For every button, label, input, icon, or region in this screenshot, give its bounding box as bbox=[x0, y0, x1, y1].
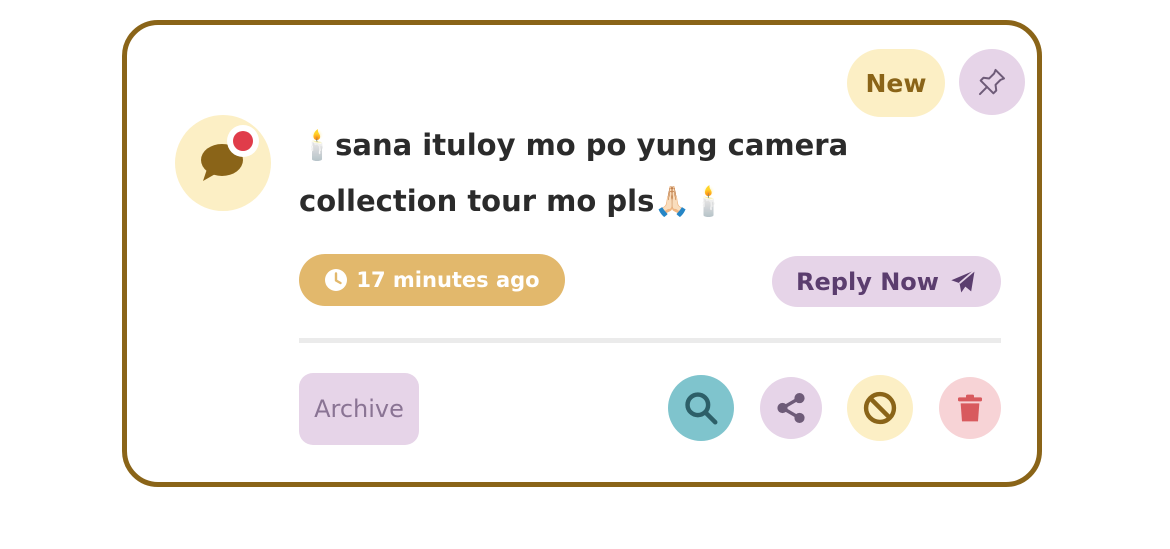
archive-button[interactable]: Archive bbox=[299, 373, 419, 445]
unread-dot bbox=[233, 131, 253, 151]
archive-label: Archive bbox=[314, 395, 404, 423]
new-badge: New bbox=[847, 49, 945, 117]
divider bbox=[299, 338, 1001, 343]
timestamp-badge: 17 minutes ago bbox=[299, 254, 565, 306]
clock-icon bbox=[325, 269, 348, 291]
block-icon bbox=[863, 391, 897, 425]
reply-now-label: Reply Now bbox=[796, 267, 939, 296]
search-button[interactable] bbox=[668, 375, 734, 441]
avatar bbox=[175, 115, 271, 211]
share-icon bbox=[777, 392, 805, 424]
share-button[interactable] bbox=[760, 377, 822, 439]
paper-plane-icon bbox=[951, 269, 976, 292]
pin-button[interactable] bbox=[959, 49, 1025, 115]
block-button[interactable] bbox=[847, 375, 913, 441]
unread-indicator bbox=[227, 125, 259, 157]
notification-card: New 🕯️sana ituloy mo po yung camera coll… bbox=[122, 20, 1042, 487]
timestamp-text: 17 minutes ago bbox=[356, 268, 540, 292]
message-text: 🕯️sana ituloy mo po yung camera collecti… bbox=[299, 128, 849, 218]
delete-button[interactable] bbox=[939, 377, 1001, 439]
search-icon bbox=[685, 392, 718, 425]
new-badge-label: New bbox=[865, 68, 927, 98]
trash-icon bbox=[958, 394, 982, 422]
reply-now-button[interactable]: Reply Now bbox=[772, 256, 1001, 307]
pushpin-icon bbox=[978, 68, 1006, 96]
